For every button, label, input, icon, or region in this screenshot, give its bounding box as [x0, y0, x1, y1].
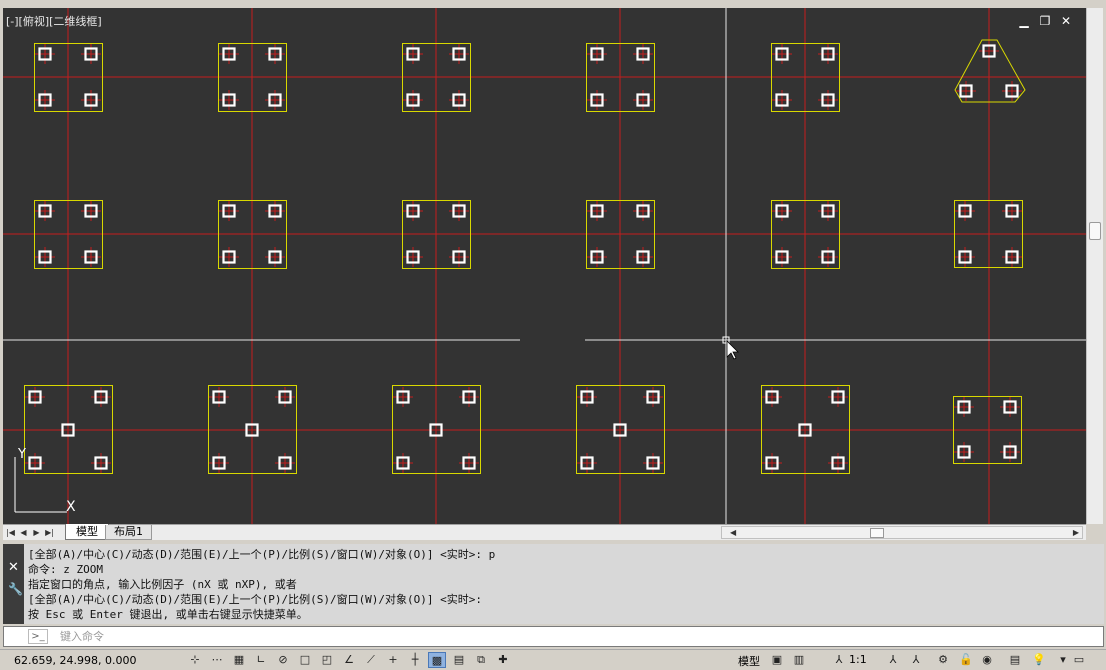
- next-tab-icon[interactable]: ▶: [31, 526, 42, 539]
- dynamic-ucs-icon[interactable]: ⟋: [362, 652, 380, 668]
- history-line: 按 Esc 或 Enter 键退出, 或单击右键显示快捷菜单。: [28, 608, 308, 621]
- ortho-mode-icon[interactable]: ∟: [252, 652, 270, 668]
- infer-constraints-icon[interactable]: ⊹: [186, 652, 204, 668]
- workspace-switching-icon[interactable]: ⚙: [934, 652, 952, 668]
- annotation-visibility-icon[interactable]: ⅄: [884, 652, 902, 668]
- dynamic-input-icon[interactable]: +: [384, 652, 402, 668]
- history-line: 命令: z ZOOM: [28, 563, 103, 576]
- lineweight-icon[interactable]: ┼: [406, 652, 424, 668]
- clean-screen-icon[interactable]: ▭: [1070, 652, 1088, 668]
- vertical-scrollbar[interactable]: [1086, 8, 1103, 524]
- layout-tab-bar: |◀ ◀ ▶ ▶| 模型 布局1 ◀ ▶: [3, 524, 1086, 540]
- tab-layout1[interactable]: 布局1: [105, 525, 152, 540]
- selection-cycling-icon[interactable]: ⧉: [472, 652, 490, 668]
- history-line: [全部(A)/中心(C)/动态(D)/范围(E)/上一个(P)/比例(S)/窗口…: [28, 548, 496, 561]
- model-space-canvas[interactable]: YX: [3, 8, 1086, 524]
- ucs-x-label: X: [66, 499, 76, 515]
- first-tab-icon[interactable]: |◀: [5, 526, 16, 539]
- annotation-scale-icon[interactable]: ⅄: [830, 652, 848, 668]
- mouse-pointer-icon: [726, 340, 739, 360]
- close-icon[interactable]: ✕: [1060, 14, 1072, 28]
- annotation-monitor-icon[interactable]: ✚: [494, 652, 512, 668]
- tab-model[interactable]: 模型: [65, 524, 109, 540]
- minimize-icon[interactable]: ▁: [1018, 14, 1030, 28]
- horizontal-scroll-thumb[interactable]: [870, 528, 884, 538]
- isolate-objects-icon[interactable]: ▤: [1006, 652, 1024, 668]
- command-input-row: >_: [3, 626, 1104, 647]
- cursor-coordinates[interactable]: 62.659, 24.998, 0.000: [14, 654, 136, 667]
- scroll-left-icon[interactable]: ◀: [730, 527, 736, 538]
- quick-properties-icon[interactable]: ▤: [450, 652, 468, 668]
- quick-view-layouts-icon[interactable]: ▣: [768, 652, 786, 668]
- wrench-icon[interactable]: 🔧: [8, 582, 23, 596]
- command-input[interactable]: [60, 629, 960, 644]
- auto-scale-icon[interactable]: ⅄: [907, 652, 925, 668]
- transparency-icon[interactable]: ▩: [428, 652, 446, 668]
- hardware-acceleration-icon[interactable]: ◉: [978, 652, 996, 668]
- snap-mode-icon[interactable]: ⋯: [208, 652, 226, 668]
- annotation-scale-value[interactable]: 1:1: [849, 653, 867, 666]
- last-tab-icon[interactable]: ▶|: [44, 526, 55, 539]
- vertical-scroll-thumb[interactable]: [1089, 222, 1101, 240]
- command-line-handle[interactable]: ✕ 🔧: [3, 544, 24, 624]
- restore-icon[interactable]: ❐: [1039, 14, 1051, 28]
- history-line: [全部(A)/中心(C)/动态(D)/范围(E)/上一个(P)/比例(S)/窗口…: [28, 593, 483, 606]
- ucs-y-label: Y: [17, 447, 26, 462]
- model-space-label[interactable]: 模型: [738, 653, 760, 669]
- command-line-panel: ✕ 🔧 [全部(A)/中心(C)/动态(D)/范围(E)/上一个(P)/比例(S…: [0, 543, 1106, 649]
- scroll-right-icon[interactable]: ▶: [1073, 527, 1079, 538]
- object-snap-icon[interactable]: □: [296, 652, 314, 668]
- lightbulb-icon[interactable]: 💡: [1030, 652, 1048, 668]
- horizontal-scrollbar[interactable]: ◀ ▶: [721, 526, 1083, 539]
- drawing-viewport[interactable]: YX [-][俯视][二维线框] ▁ ❐ ✕: [0, 0, 1106, 543]
- history-line: 指定窗口的角点, 输入比例因子 (nX 或 nXP), 或者: [28, 578, 297, 591]
- 3d-object-snap-icon[interactable]: ◰: [318, 652, 336, 668]
- grid-display-icon[interactable]: ▦: [230, 652, 248, 668]
- toolbar-lock-icon[interactable]: 🔓: [957, 652, 975, 668]
- viewport-controls-label[interactable]: [-][俯视][二维线框]: [6, 13, 102, 29]
- polar-tracking-icon[interactable]: ⊘: [274, 652, 292, 668]
- viewport-window-controls: ▁ ❐ ✕: [1018, 14, 1072, 28]
- command-prompt-icon[interactable]: >_: [28, 629, 48, 644]
- cad-application-window: YX [-][俯视][二维线框] ▁ ❐ ✕ |◀ ◀ ▶ ▶| 模型 布局1 …: [0, 0, 1106, 670]
- close-icon[interactable]: ✕: [8, 560, 19, 575]
- prev-tab-icon[interactable]: ◀: [18, 526, 29, 539]
- command-history: [全部(A)/中心(C)/动态(D)/范围(E)/上一个(P)/比例(S)/窗口…: [24, 544, 1104, 624]
- drawing-svg[interactable]: YX: [3, 8, 1086, 524]
- quick-view-drawings-icon[interactable]: ▥: [790, 652, 808, 668]
- object-snap-tracking-icon[interactable]: ∠: [340, 652, 358, 668]
- status-bar: 62.659, 24.998, 0.000 ⊹ ⋯ ▦ ∟ ⊘ □ ◰ ∠ ⟋ + ┼ ▩ ▤ ⧉ ✚ 模型…: [0, 649, 1106, 670]
